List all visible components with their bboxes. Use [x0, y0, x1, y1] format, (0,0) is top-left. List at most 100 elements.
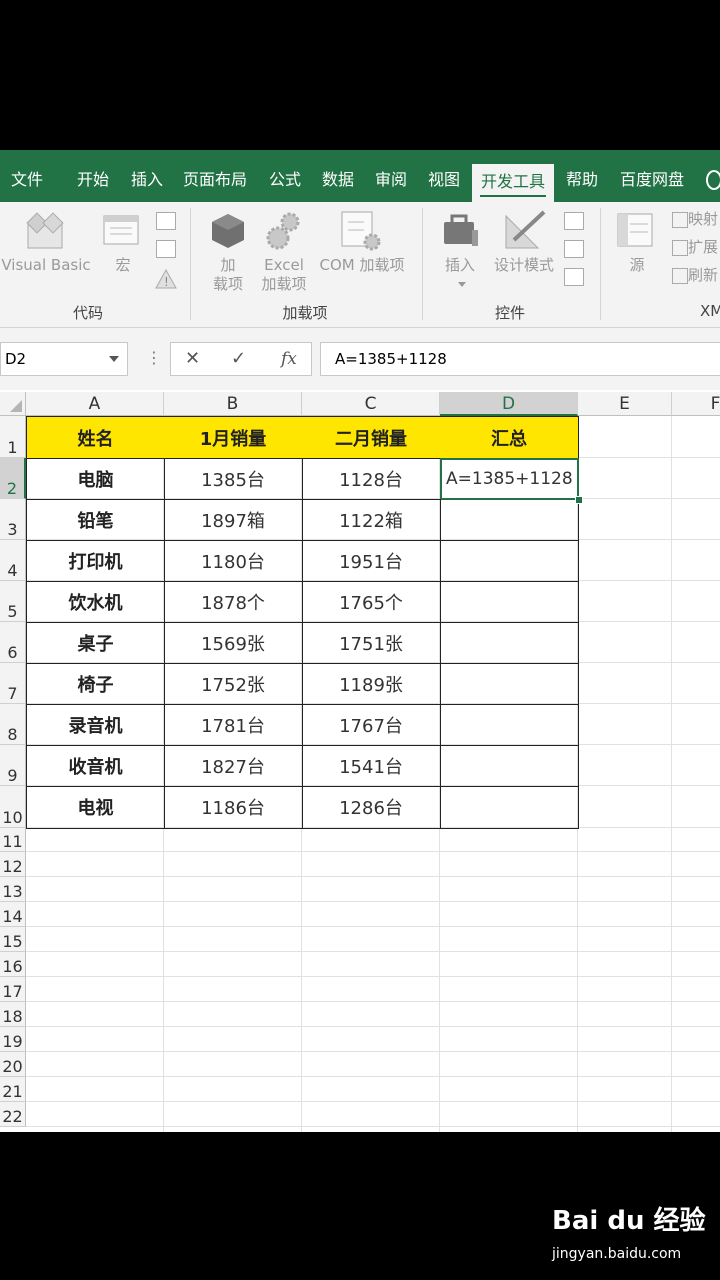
sales-cell[interactable]: 1186台 [164, 786, 303, 829]
sales-cell[interactable]: 1569张 [164, 622, 303, 664]
macro-security-icon[interactable]: ! [154, 268, 178, 290]
row-header-19[interactable]: 19 [0, 1027, 26, 1052]
row-header-6[interactable]: 6 [0, 622, 26, 663]
tab-page-layout[interactable]: 页面布局 [178, 162, 252, 202]
row-header-4[interactable]: 4 [0, 540, 26, 581]
row-header-16[interactable]: 16 [0, 952, 26, 977]
item-name-cell[interactable]: 打印机 [26, 540, 165, 582]
item-name-cell[interactable]: 电视 [26, 786, 165, 829]
com-addins-button[interactable]: COM 加载项 [314, 256, 410, 275]
sales-cell[interactable]: 1122箱 [302, 499, 441, 541]
addins-button[interactable]: 加 载项 [208, 256, 248, 294]
sales-cell[interactable]: 1781台 [164, 704, 303, 746]
total-cell[interactable] [440, 499, 579, 541]
design-mode-button[interactable]: 设计模式 [488, 256, 560, 275]
view-code-icon[interactable] [564, 240, 584, 258]
tab-baidu-netdisk[interactable]: 百度网盘 [612, 162, 692, 202]
visual-basic-button[interactable]: Visual Basic [0, 256, 92, 275]
total-cell[interactable] [440, 786, 579, 829]
tab-home[interactable]: 开始 [70, 162, 116, 202]
total-cell[interactable] [440, 663, 579, 705]
sales-cell[interactable]: 1751张 [302, 622, 441, 664]
properties-icon[interactable] [564, 212, 584, 230]
sales-cell[interactable]: 1827台 [164, 745, 303, 787]
sales-cell[interactable]: 1189张 [302, 663, 441, 705]
row-header-20[interactable]: 20 [0, 1052, 26, 1077]
sales-cell[interactable]: 1897箱 [164, 499, 303, 541]
total-cell[interactable] [440, 745, 579, 787]
row-header-17[interactable]: 17 [0, 977, 26, 1002]
refresh-data-button[interactable]: 刷新 [672, 266, 720, 285]
run-dialog-icon[interactable] [564, 268, 584, 286]
sales-cell[interactable]: 1765个 [302, 581, 441, 623]
item-name-cell[interactable]: 收音机 [26, 745, 165, 787]
relative-reference-icon[interactable] [156, 240, 176, 258]
source-button[interactable]: 源 [622, 256, 652, 275]
sales-cell[interactable]: 1541台 [302, 745, 441, 787]
sales-cell[interactable]: 1752张 [164, 663, 303, 705]
row-header-7[interactable]: 7 [0, 663, 26, 704]
row-header-5[interactable]: 5 [0, 581, 26, 622]
row-header-21[interactable]: 21 [0, 1077, 26, 1102]
more-options-icon[interactable]: ⋮ [146, 348, 162, 368]
column-header-f[interactable]: F [672, 392, 720, 416]
sales-cell[interactable]: 1767台 [302, 704, 441, 746]
row-header-1[interactable]: 1 [0, 416, 26, 458]
row-header-14[interactable]: 14 [0, 902, 26, 927]
sales-cell[interactable]: 1286台 [302, 786, 441, 829]
column-header-b[interactable]: B [164, 392, 302, 416]
name-box[interactable]: D2 [0, 342, 128, 376]
row-header-8[interactable]: 8 [0, 704, 26, 745]
total-cell[interactable] [440, 581, 579, 623]
row-header-3[interactable]: 3 [0, 499, 26, 540]
insert-control-button[interactable]: 插入 [440, 256, 480, 275]
item-name-cell[interactable]: 电脑 [26, 458, 165, 500]
row-header-13[interactable]: 13 [0, 877, 26, 902]
row-header-12[interactable]: 12 [0, 852, 26, 877]
cancel-icon[interactable]: ✕ [185, 347, 200, 371]
tab-help[interactable]: 帮助 [559, 162, 605, 202]
select-all-button[interactable] [0, 392, 26, 416]
row-header-9[interactable]: 9 [0, 745, 26, 786]
chevron-down-icon[interactable] [109, 356, 119, 362]
lightbulb-icon[interactable] [706, 170, 720, 190]
formula-input[interactable]: A=1385+1128 [320, 342, 720, 376]
tab-formulas[interactable]: 公式 [262, 162, 308, 202]
tab-insert[interactable]: 插入 [124, 162, 170, 202]
header-cell[interactable]: 二月销量 [302, 416, 441, 459]
item-name-cell[interactable]: 椅子 [26, 663, 165, 705]
row-header-11[interactable]: 11 [0, 828, 26, 852]
row-header-15[interactable]: 15 [0, 927, 26, 952]
macro-button[interactable]: 宏 [108, 256, 138, 275]
sales-cell[interactable]: 1878个 [164, 581, 303, 623]
tab-review[interactable]: 审阅 [368, 162, 414, 202]
insert-function-icon[interactable]: fx [281, 347, 297, 371]
total-cell[interactable] [440, 540, 579, 582]
sales-cell[interactable]: 1180台 [164, 540, 303, 582]
column-header-d[interactable]: D [440, 392, 578, 416]
record-macro-icon[interactable] [156, 212, 176, 230]
header-cell[interactable]: 姓名 [26, 416, 165, 459]
total-cell[interactable] [440, 704, 579, 746]
fill-handle[interactable] [575, 496, 583, 504]
map-properties-button[interactable]: 映射 [672, 210, 720, 229]
tab-file[interactable]: 文件 [2, 162, 52, 202]
item-name-cell[interactable]: 录音机 [26, 704, 165, 746]
header-cell[interactable]: 1月销量 [164, 416, 303, 459]
item-name-cell[interactable]: 桌子 [26, 622, 165, 664]
row-header-18[interactable]: 18 [0, 1002, 26, 1027]
excel-addins-button[interactable]: Excel 加载项 [258, 256, 310, 294]
item-name-cell[interactable]: 铅笔 [26, 499, 165, 541]
sales-cell[interactable]: 1951台 [302, 540, 441, 582]
active-cell[interactable]: A=1385+1128 [440, 458, 579, 500]
row-header-22[interactable]: 22 [0, 1102, 26, 1127]
tab-developer[interactable]: 开发工具 [472, 164, 554, 202]
sales-cell[interactable]: 1128台 [302, 458, 441, 500]
row-header-10[interactable]: 10 [0, 786, 26, 828]
expansion-packs-button[interactable]: 扩展 [672, 238, 720, 257]
tab-view[interactable]: 视图 [421, 162, 467, 202]
item-name-cell[interactable]: 饮水机 [26, 581, 165, 623]
total-cell[interactable] [440, 622, 579, 664]
header-cell[interactable]: 汇总 [440, 416, 579, 459]
tab-data[interactable]: 数据 [315, 162, 361, 202]
